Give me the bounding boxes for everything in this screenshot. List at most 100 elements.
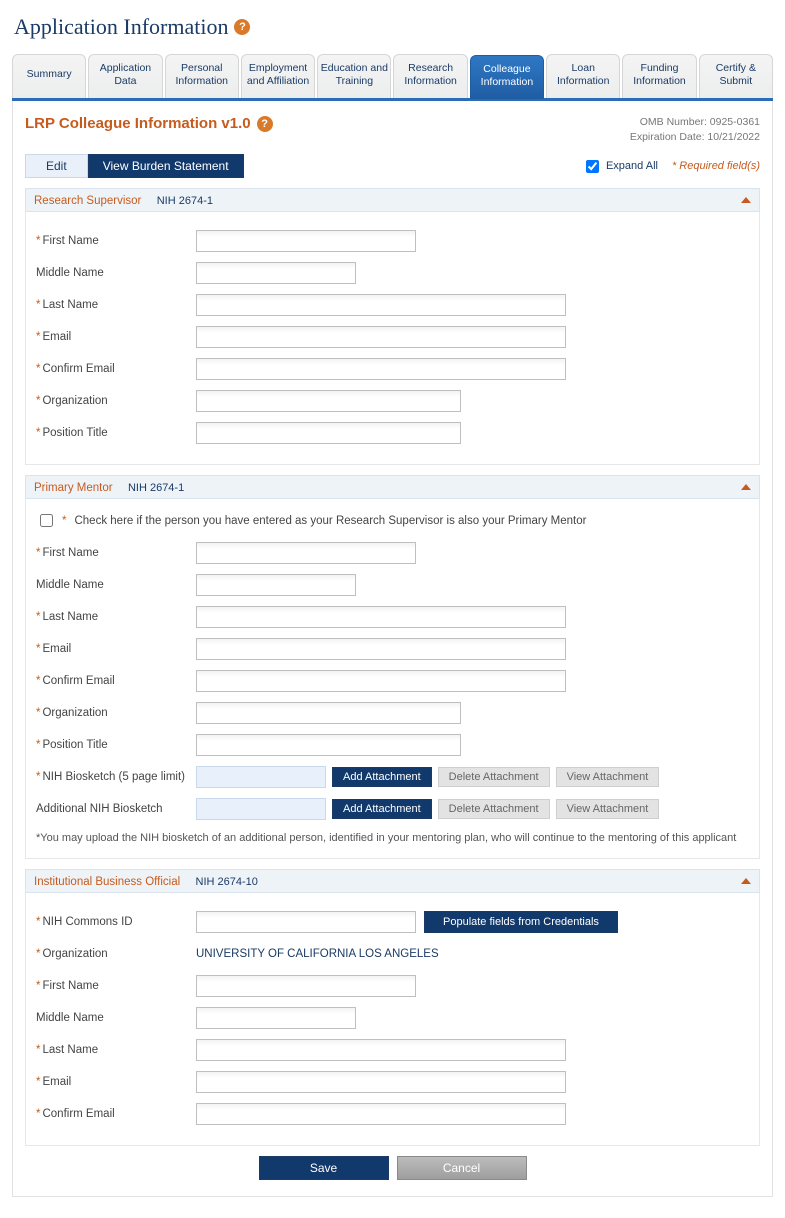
section-title: Institutional Business Official <box>34 876 180 888</box>
footer-buttons: Save Cancel <box>25 1146 760 1186</box>
ibo-middle-name[interactable] <box>196 1007 356 1029</box>
panel-title-text: LRP Colleague Information v1.0 <box>25 115 251 132</box>
label-nih-commons-id: NIH Commons ID <box>42 916 132 928</box>
mentor-first-name[interactable] <box>196 542 416 564</box>
tab-certify-submit[interactable]: Certify & Submit <box>699 54 773 98</box>
add-attachment-button[interactable]: Add Attachment <box>332 767 432 787</box>
supervisor-middle-name[interactable] <box>196 262 356 284</box>
section-header-ibo[interactable]: Institutional Business Official NIH 2674… <box>25 869 760 893</box>
ibo-last-name[interactable] <box>196 1039 566 1061</box>
delete-attachment-button[interactable]: Delete Attachment <box>438 799 550 819</box>
expiration-date: Expiration Date: 10/21/2022 <box>630 130 760 145</box>
panel-title: LRP Colleague Information v1.0 ? <box>25 115 273 132</box>
tab-education-and-training[interactable]: Education and Training <box>317 54 391 98</box>
view-burden-button[interactable]: View Burden Statement <box>88 154 244 178</box>
main-panel: LRP Colleague Information v1.0 ? OMB Num… <box>12 101 773 1197</box>
label-first-name: First Name <box>42 980 98 992</box>
supervisor-confirm-email[interactable] <box>196 358 566 380</box>
tab-application-data[interactable]: Application Data <box>88 54 162 98</box>
help-icon[interactable]: ? <box>257 116 273 132</box>
delete-attachment-button[interactable]: Delete Attachment <box>438 767 550 787</box>
edit-button[interactable]: Edit <box>25 154 88 178</box>
help-icon[interactable]: ? <box>234 19 250 35</box>
populate-credentials-button[interactable]: Populate fields from Credentials <box>424 911 618 933</box>
label-email: Email <box>42 331 71 343</box>
ibo-organization-value: UNIVERSITY OF CALIFORNIA LOS ANGELES <box>196 948 439 960</box>
biosketch-file-display <box>196 766 326 788</box>
expand-all-checkbox[interactable] <box>586 160 599 173</box>
add-attachment-button[interactable]: Add Attachment <box>332 799 432 819</box>
mentor-position-title[interactable] <box>196 734 461 756</box>
view-attachment-button[interactable]: View Attachment <box>556 767 660 787</box>
tab-employment-and-affiliation[interactable]: Employment and Affiliation <box>241 54 315 98</box>
collapse-icon[interactable] <box>741 197 751 203</box>
supervisor-position-title[interactable] <box>196 422 461 444</box>
ibo-nih-commons-id[interactable] <box>196 911 416 933</box>
ibo-confirm-email[interactable] <box>196 1103 566 1125</box>
mentor-same-as-supervisor-checkbox[interactable] <box>40 514 53 527</box>
supervisor-organization[interactable] <box>196 390 461 412</box>
tab-personal-information[interactable]: Personal Information <box>165 54 239 98</box>
supervisor-first-name[interactable] <box>196 230 416 252</box>
label-organization: Organization <box>42 948 107 960</box>
tab-colleague-information[interactable]: Colleague Information <box>470 55 544 99</box>
expand-all-toggle[interactable]: Expand All <box>582 157 658 176</box>
label-last-name: Last Name <box>42 1044 98 1056</box>
page-title: Application Information ? <box>14 14 773 40</box>
save-button[interactable]: Save <box>259 1156 389 1180</box>
mentor-organization[interactable] <box>196 702 461 724</box>
biosketch-note: *You may upload the NIH biosketch of an … <box>36 832 749 844</box>
label-first-name: First Name <box>42 235 98 247</box>
mentor-middle-name[interactable] <box>196 574 356 596</box>
label-middle-name: Middle Name <box>36 579 104 591</box>
label-first-name: First Name <box>42 547 98 559</box>
label-email: Email <box>42 1076 71 1088</box>
tab-summary[interactable]: Summary <box>12 54 86 98</box>
omb-number: OMB Number: 0925-0361 <box>630 115 760 130</box>
tab-bar: SummaryApplication DataPersonal Informat… <box>12 54 773 101</box>
section-body-ibo: *NIH Commons ID Populate fields from Cre… <box>25 893 760 1146</box>
supervisor-email[interactable] <box>196 326 566 348</box>
label-email: Email <box>42 643 71 655</box>
tab-research-information[interactable]: Research Information <box>393 54 467 98</box>
mentor-email[interactable] <box>196 638 566 660</box>
collapse-icon[interactable] <box>741 484 751 490</box>
section-code: NIH 2674-1 <box>128 482 184 494</box>
tab-funding-information[interactable]: Funding Information <box>622 54 696 98</box>
label-last-name: Last Name <box>42 611 98 623</box>
label-position-title: Position Title <box>42 427 107 439</box>
action-row: Edit View Burden Statement Expand All * … <box>25 154 760 178</box>
label-organization: Organization <box>42 395 107 407</box>
mentor-last-name[interactable] <box>196 606 566 628</box>
section-body-supervisor: *First Name Middle Name *Last Name *Emai… <box>25 212 760 465</box>
section-header-supervisor[interactable]: Research Supervisor NIH 2674-1 <box>25 188 760 212</box>
section-header-mentor[interactable]: Primary Mentor NIH 2674-1 <box>25 475 760 499</box>
section-code: NIH 2674-1 <box>157 195 213 207</box>
label-middle-name: Middle Name <box>36 1012 104 1024</box>
label-confirm-email: Confirm Email <box>42 1108 114 1120</box>
collapse-icon[interactable] <box>741 878 751 884</box>
addl-biosketch-file-display <box>196 798 326 820</box>
label-position-title: Position Title <box>42 739 107 751</box>
ibo-email[interactable] <box>196 1071 566 1093</box>
mentor-checkbox-label: Check here if the person you have entere… <box>74 515 586 527</box>
label-organization: Organization <box>42 707 107 719</box>
page-title-text: Application Information <box>14 14 228 40</box>
required-note: * Required field(s) <box>672 160 760 172</box>
section-body-mentor: * Check here if the person you have ente… <box>25 499 760 859</box>
supervisor-last-name[interactable] <box>196 294 566 316</box>
ibo-first-name[interactable] <box>196 975 416 997</box>
expand-all-label: Expand All <box>606 160 658 172</box>
section-code: NIH 2674-10 <box>196 876 258 888</box>
panel-header: LRP Colleague Information v1.0 ? OMB Num… <box>25 115 760 144</box>
label-last-name: Last Name <box>42 299 98 311</box>
mentor-confirm-email[interactable] <box>196 670 566 692</box>
tab-loan-information[interactable]: Loan Information <box>546 54 620 98</box>
label-addl-biosketch: Additional NIH Biosketch <box>36 803 163 815</box>
label-confirm-email: Confirm Email <box>42 675 114 687</box>
panel-meta: OMB Number: 0925-0361 Expiration Date: 1… <box>630 115 760 144</box>
section-title: Primary Mentor <box>34 482 113 494</box>
cancel-button[interactable]: Cancel <box>397 1156 527 1180</box>
section-title: Research Supervisor <box>34 195 141 207</box>
view-attachment-button[interactable]: View Attachment <box>556 799 660 819</box>
